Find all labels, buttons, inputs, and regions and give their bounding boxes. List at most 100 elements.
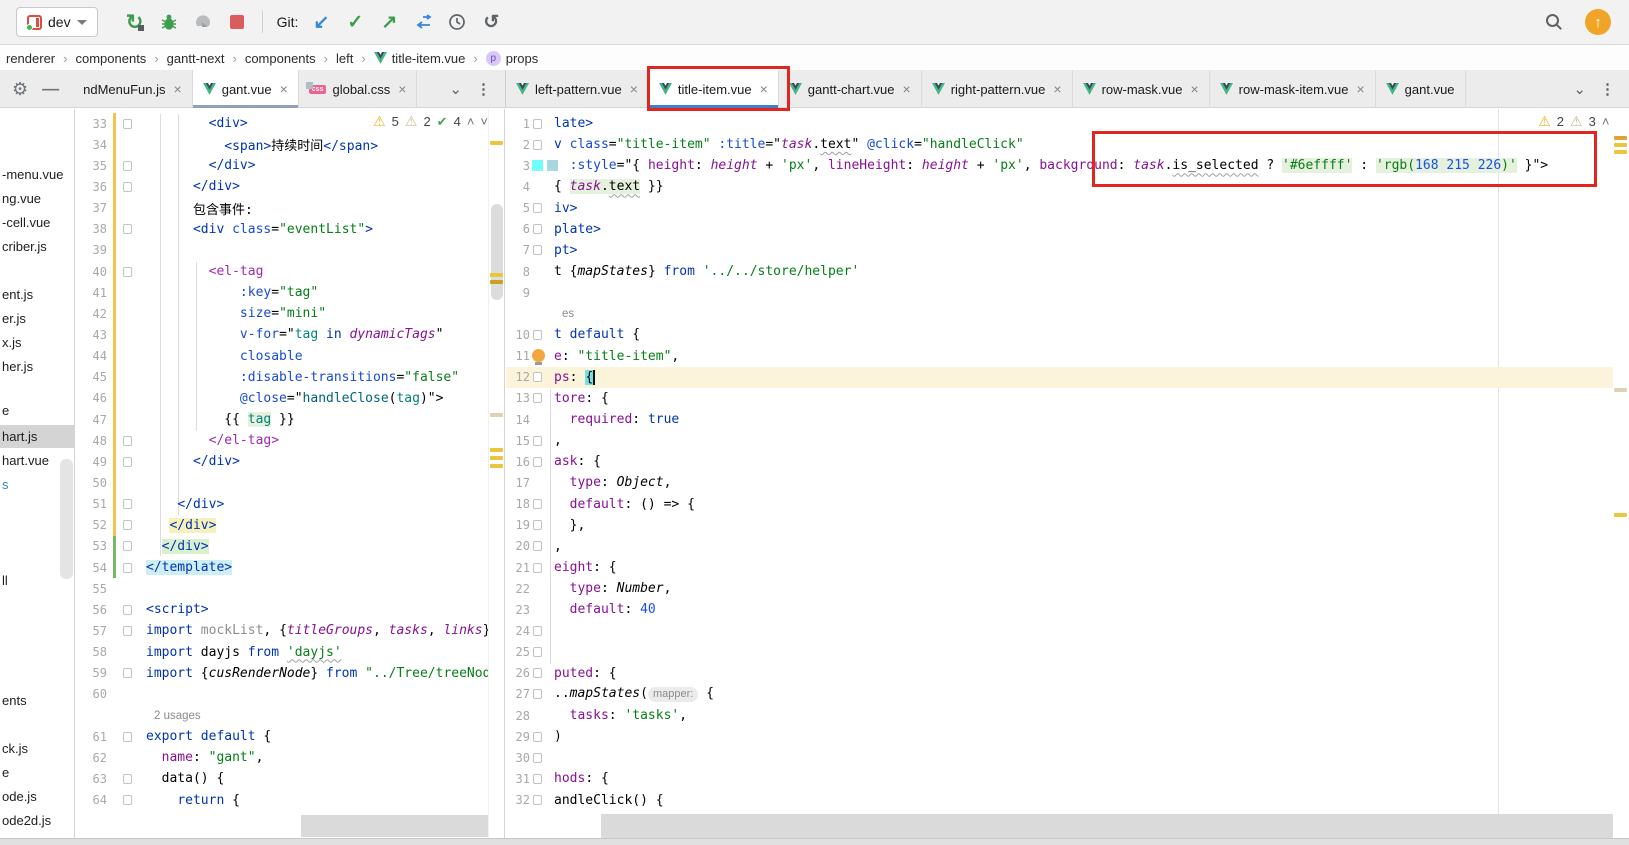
intention-bulb-icon[interactable] [532, 349, 545, 362]
code-text[interactable]: type: Number, [554, 581, 671, 596]
rerun-icon[interactable]: ↻ [118, 5, 152, 39]
tab-ndMenuFun.js[interactable]: ndMenuFun.js× [73, 70, 193, 108]
search-icon[interactable] [1537, 5, 1571, 39]
git-commit-icon[interactable]: ✓ [338, 5, 372, 39]
fold-column[interactable] [530, 626, 544, 636]
fold-column[interactable] [530, 245, 544, 255]
fold-column[interactable] [530, 140, 544, 150]
fold-column[interactable] [530, 774, 544, 784]
code-text[interactable]: <el-tag [146, 264, 263, 279]
code-line[interactable]: 25 [506, 642, 1629, 663]
code-text[interactable]: required: true [554, 412, 679, 427]
run-config-selector[interactable]: dev [16, 7, 98, 37]
sidebar-item[interactable]: -menu.vue [0, 163, 75, 186]
project-sidebar[interactable]: -menu.vueng.vue-cell.vuecriber.jsent.jse… [0, 109, 75, 838]
code-text[interactable]: t {mapStates} from '../../store/helper' [554, 264, 859, 279]
breadcrumb-item[interactable]: gantt-next [165, 51, 227, 66]
prev-issue-icon[interactable]: ˄ [1602, 114, 1610, 129]
code-line[interactable]: 35 </div> [76, 155, 504, 176]
code-line[interactable]: 18 default: () => { [506, 494, 1629, 515]
code-line[interactable]: 13tore: { [506, 388, 1629, 409]
code-text[interactable]: :disable-transitions="false" [146, 370, 459, 385]
code-line[interactable]: 47 {{ tag }} [76, 409, 504, 430]
code-line[interactable]: 36 </div> [76, 176, 504, 197]
code-line[interactable]: 9 [506, 282, 1629, 303]
tab-left-pattern.vue[interactable]: left-pattern.vue× [506, 70, 649, 108]
code-text[interactable]: name: "gant", [146, 750, 263, 765]
code-text[interactable]: es [554, 308, 574, 320]
code-line[interactable]: 15, [506, 430, 1629, 451]
color-swatch[interactable] [532, 160, 543, 171]
fold-column[interactable] [118, 563, 136, 573]
code-line[interactable]: 29) [506, 726, 1629, 747]
code-line[interactable]: 31hods: { [506, 768, 1629, 789]
fold-icon[interactable] [123, 499, 132, 509]
code-line[interactable]: 48 </el-tag> [76, 430, 504, 451]
code-text[interactable]: ) [554, 729, 562, 744]
code-line[interactable]: 24 [506, 620, 1629, 641]
breadcrumb-item[interactable]: components [243, 51, 318, 66]
code-text[interactable]: </template> [146, 560, 232, 575]
fold-icon[interactable] [533, 119, 542, 129]
fold-icon[interactable] [533, 541, 542, 551]
fold-column[interactable] [530, 563, 544, 573]
code-line[interactable]: 61export default { [76, 726, 504, 747]
code-line[interactable]: 8t {mapStates} from '../../store/helper' [506, 261, 1629, 282]
code-text[interactable]: default: 40 [554, 602, 656, 617]
code-text[interactable]: export default { [146, 729, 271, 744]
code-text[interactable]: andleClick() { [554, 793, 664, 808]
code-text[interactable]: data() { [146, 771, 224, 786]
code-line[interactable]: 64 return { [76, 790, 504, 811]
breadcrumb-item[interactable]: left [334, 51, 355, 66]
tab-right-pattern.vue[interactable]: right-pattern.vue× [922, 70, 1073, 108]
fold-icon[interactable] [533, 753, 542, 763]
close-icon[interactable]: × [630, 81, 638, 97]
tab-gantt-chart.vue[interactable]: gantt-chart.vue× [779, 70, 922, 108]
sidebar-item[interactable]: hart.js [0, 425, 75, 448]
fold-icon[interactable] [533, 774, 542, 784]
breadcrumb-item[interactable]: components [73, 51, 148, 66]
code-text[interactable]: import dayjs from 'dayjs' [146, 645, 342, 660]
fold-column[interactable] [118, 668, 136, 678]
fold-column[interactable] [530, 520, 544, 530]
breadcrumb-item[interactable]: pprops [484, 51, 541, 66]
close-icon[interactable]: × [1053, 81, 1061, 97]
code-line[interactable]: 21eight: { [506, 557, 1629, 578]
code-text[interactable]: return { [146, 793, 240, 808]
code-text[interactable]: import {cusRenderNode} from "../Tree/tre… [146, 666, 490, 681]
code-line[interactable]: 50 [76, 472, 504, 493]
next-issue-icon[interactable]: ˅ [480, 114, 488, 129]
sidebar-item[interactable]: er.js [0, 307, 75, 330]
close-icon[interactable]: × [1356, 81, 1364, 97]
code-text[interactable]: e: "title-item", [554, 349, 679, 364]
git-push-icon[interactable]: ↗ [372, 5, 406, 39]
code-text[interactable]: tasks: 'tasks', [554, 708, 687, 723]
history-icon[interactable] [440, 5, 474, 39]
code-text[interactable]: 2 usages [146, 710, 201, 722]
code-text[interactable]: , [554, 539, 562, 554]
editor-pane-right[interactable]: 1late>2v class="title-item" :title="task… [506, 109, 1629, 838]
code-line[interactable]: 26puted: { [506, 663, 1629, 684]
fold-icon[interactable] [533, 393, 542, 403]
fold-column[interactable] [530, 203, 544, 213]
fold-icon[interactable] [533, 499, 542, 509]
code-text[interactable]: eight: { [554, 560, 617, 575]
fold-column[interactable] [530, 119, 544, 129]
code-text[interactable]: { task.text }} [554, 179, 664, 194]
code-text[interactable]: </div> [146, 179, 240, 194]
sidebar-item[interactable]: criber.js [0, 235, 75, 258]
code-line[interactable]: 19 }, [506, 515, 1629, 536]
breadcrumb-item[interactable]: title-item.vue [372, 51, 468, 66]
sidebar-item[interactable]: ode.js [0, 785, 75, 808]
breadcrumb-item[interactable]: renderer [4, 51, 57, 66]
code-line[interactable]: 39 [76, 240, 504, 261]
fold-column[interactable] [118, 182, 136, 192]
fold-icon[interactable] [123, 774, 132, 784]
fold-icon[interactable] [123, 182, 132, 192]
fold-icon[interactable] [123, 668, 132, 678]
code-text[interactable]: default: () => { [554, 497, 695, 512]
close-icon[interactable]: × [174, 81, 182, 97]
fold-column[interactable] [118, 457, 136, 467]
code-line[interactable]: 28 tasks: 'tasks', [506, 705, 1629, 726]
fold-column[interactable] [530, 795, 544, 805]
